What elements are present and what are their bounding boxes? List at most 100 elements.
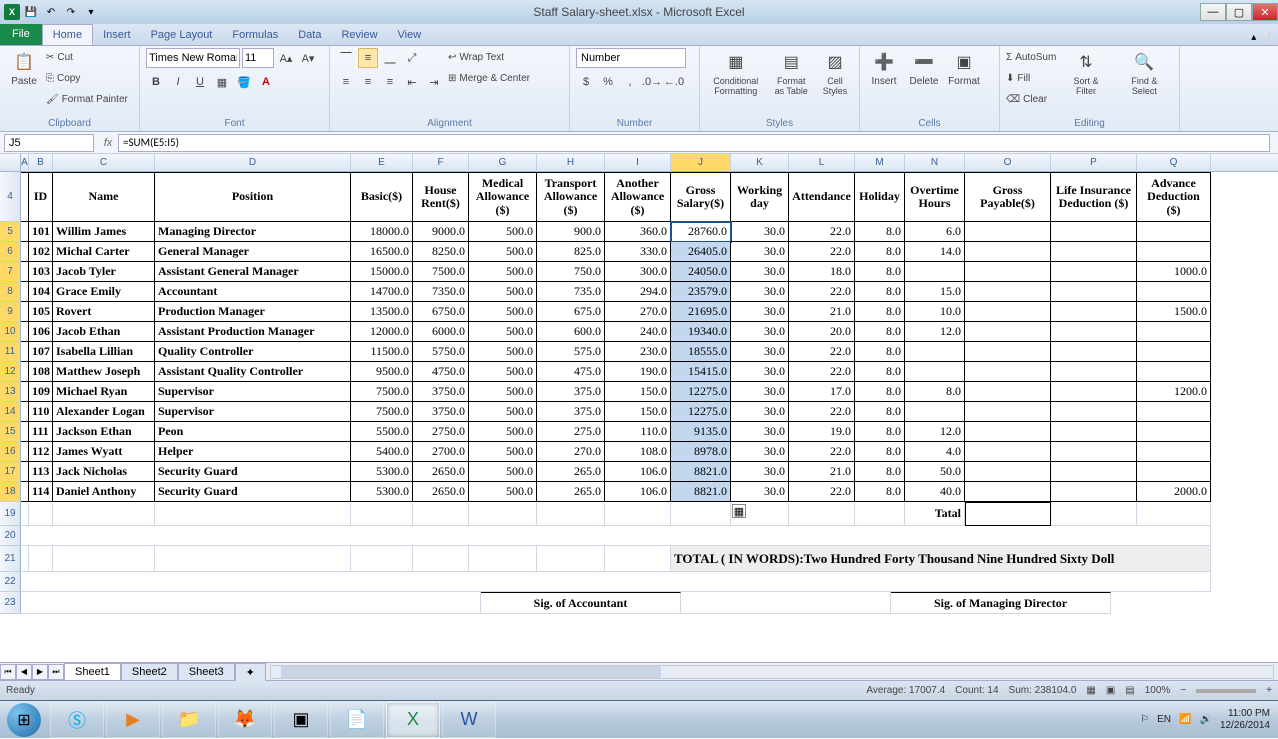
row-header[interactable]: 20: [0, 526, 21, 546]
row-header[interactable]: 16: [0, 442, 21, 462]
decrease-decimal-icon[interactable]: ←.0: [664, 72, 684, 92]
close-button[interactable]: ✕: [1252, 3, 1278, 21]
format-as-table-button[interactable]: ▤Format as Table: [770, 48, 813, 98]
col-header[interactable]: L: [789, 154, 855, 171]
orientation-icon[interactable]: ⤢: [402, 48, 422, 68]
row-header[interactable]: 5: [0, 222, 21, 242]
merge-center-button[interactable]: ⊞ Merge & Center: [448, 69, 530, 87]
delete-cells-button[interactable]: ➖Delete: [906, 48, 942, 89]
fill-button[interactable]: ⬇ Fill: [1006, 69, 1056, 87]
font-color-button[interactable]: A: [256, 72, 276, 92]
col-header[interactable]: F: [413, 154, 469, 171]
new-sheet-icon[interactable]: ✦: [235, 663, 266, 681]
sheet-nav-last[interactable]: ⏭: [48, 664, 64, 680]
bold-button[interactable]: B: [146, 72, 166, 92]
sig-md[interactable]: Sig. of Managing Director: [891, 592, 1111, 614]
font-size-select[interactable]: [242, 48, 274, 68]
tab-insert[interactable]: Insert: [93, 25, 141, 45]
selected-cell[interactable]: 19340.0: [671, 322, 731, 342]
minimize-button[interactable]: —: [1200, 3, 1226, 21]
undo-icon[interactable]: ↶: [42, 3, 60, 21]
total-label[interactable]: Tatal: [905, 502, 965, 526]
col-header[interactable]: P: [1051, 154, 1137, 171]
selected-cell[interactable]: 24050.0: [671, 262, 731, 282]
conditional-formatting-button[interactable]: ▦Conditional Formatting: [706, 48, 766, 98]
view-normal-icon[interactable]: ▦: [1086, 685, 1095, 696]
align-top-icon[interactable]: ⎺: [336, 48, 356, 68]
col-header[interactable]: O: [965, 154, 1051, 171]
col-header[interactable]: C: [53, 154, 155, 171]
decrease-indent-icon[interactable]: ⇤: [402, 72, 422, 92]
zoom-slider[interactable]: [1196, 689, 1256, 693]
selected-cell[interactable]: 18555.0: [671, 342, 731, 362]
col-header[interactable]: B: [29, 154, 53, 171]
sheet-nav-first[interactable]: ⏮: [0, 664, 16, 680]
horizontal-scrollbar[interactable]: [270, 665, 1274, 679]
comma-icon[interactable]: ,: [620, 72, 640, 92]
increase-decimal-icon[interactable]: .0→: [642, 72, 662, 92]
file-tab[interactable]: File: [0, 23, 42, 45]
maximize-button[interactable]: ▢: [1226, 3, 1252, 21]
row-header[interactable]: 6: [0, 242, 21, 262]
tab-home[interactable]: Home: [42, 24, 93, 45]
formula-bar[interactable]: =SUM(E5:I5): [118, 134, 1270, 152]
view-page-icon[interactable]: ▣: [1106, 685, 1115, 696]
selected-cell[interactable]: 15415.0: [671, 362, 731, 382]
fill-color-button[interactable]: 🪣: [234, 72, 254, 92]
row-header[interactable]: 22: [0, 572, 21, 592]
selected-cell[interactable]: 23579.0: [671, 282, 731, 302]
view-break-icon[interactable]: ▤: [1125, 685, 1134, 696]
col-header[interactable]: N: [905, 154, 965, 171]
col-header[interactable]: Q: [1137, 154, 1211, 171]
minimize-ribbon-icon[interactable]: ▴: [1251, 32, 1256, 45]
format-cells-button[interactable]: ▣Format: [946, 48, 982, 89]
align-left-icon[interactable]: ≡: [336, 72, 356, 92]
select-all-button[interactable]: [0, 154, 21, 172]
number-format-select[interactable]: [576, 48, 686, 68]
tab-data[interactable]: Data: [288, 25, 331, 45]
italic-button[interactable]: I: [168, 72, 188, 92]
tab-review[interactable]: Review: [331, 25, 387, 45]
name-box[interactable]: J5: [4, 134, 94, 152]
row-header[interactable]: 14: [0, 402, 21, 422]
col-header[interactable]: D: [155, 154, 351, 171]
increase-font-icon[interactable]: A▴: [276, 48, 296, 68]
tab-view[interactable]: View: [388, 25, 432, 45]
currency-icon[interactable]: $: [576, 72, 596, 92]
percent-icon[interactable]: %: [598, 72, 618, 92]
cut-button[interactable]: ✂ Cut: [46, 48, 128, 66]
sheet-tab[interactable]: Sheet1: [64, 663, 121, 680]
sheet-nav-next[interactable]: ▶: [32, 664, 48, 680]
font-name-select[interactable]: [146, 48, 240, 68]
save-icon[interactable]: 💾: [22, 3, 40, 21]
format-painter-button[interactable]: 🖌 Format Painter: [46, 90, 128, 108]
redo-icon[interactable]: ↷: [62, 3, 80, 21]
row-header[interactable]: 12: [0, 362, 21, 382]
insert-cells-button[interactable]: ➕Insert: [866, 48, 902, 89]
paste-button[interactable]: 📋 Paste: [6, 48, 42, 89]
clear-button[interactable]: ⌫ Clear: [1006, 90, 1056, 108]
align-middle-icon[interactable]: ≡: [358, 48, 378, 68]
autosum-button[interactable]: Σ AutoSum: [1006, 48, 1056, 66]
cell-styles-button[interactable]: ▨Cell Styles: [817, 48, 853, 98]
zoom-level[interactable]: 100%: [1145, 685, 1171, 696]
selected-cell[interactable]: 8821.0: [671, 462, 731, 482]
selected-cell[interactable]: 26405.0: [671, 242, 731, 262]
row-header[interactable]: 21: [0, 546, 21, 572]
selected-cell[interactable]: 12275.0: [671, 402, 731, 422]
selected-cell[interactable]: 8978.0: [671, 442, 731, 462]
zoom-in-icon[interactable]: +: [1266, 685, 1272, 696]
border-button[interactable]: ▦: [212, 72, 232, 92]
selected-cell[interactable]: 28760.0: [671, 222, 731, 242]
align-bottom-icon[interactable]: ⎽: [380, 48, 400, 68]
total-in-words[interactable]: TOTAL ( IN WORDS):Two Hundred Forty Thou…: [671, 546, 1211, 572]
selected-cell[interactable]: 9135.0: [671, 422, 731, 442]
row-header[interactable]: 9: [0, 302, 21, 322]
row-header[interactable]: 17: [0, 462, 21, 482]
row-header[interactable]: 23: [0, 592, 21, 614]
sheet-tab[interactable]: Sheet2: [121, 663, 178, 680]
auto-fill-options-icon[interactable]: ▦: [732, 504, 746, 518]
col-header[interactable]: M: [855, 154, 905, 171]
col-header[interactable]: G: [469, 154, 537, 171]
zoom-out-icon[interactable]: −: [1180, 685, 1186, 696]
